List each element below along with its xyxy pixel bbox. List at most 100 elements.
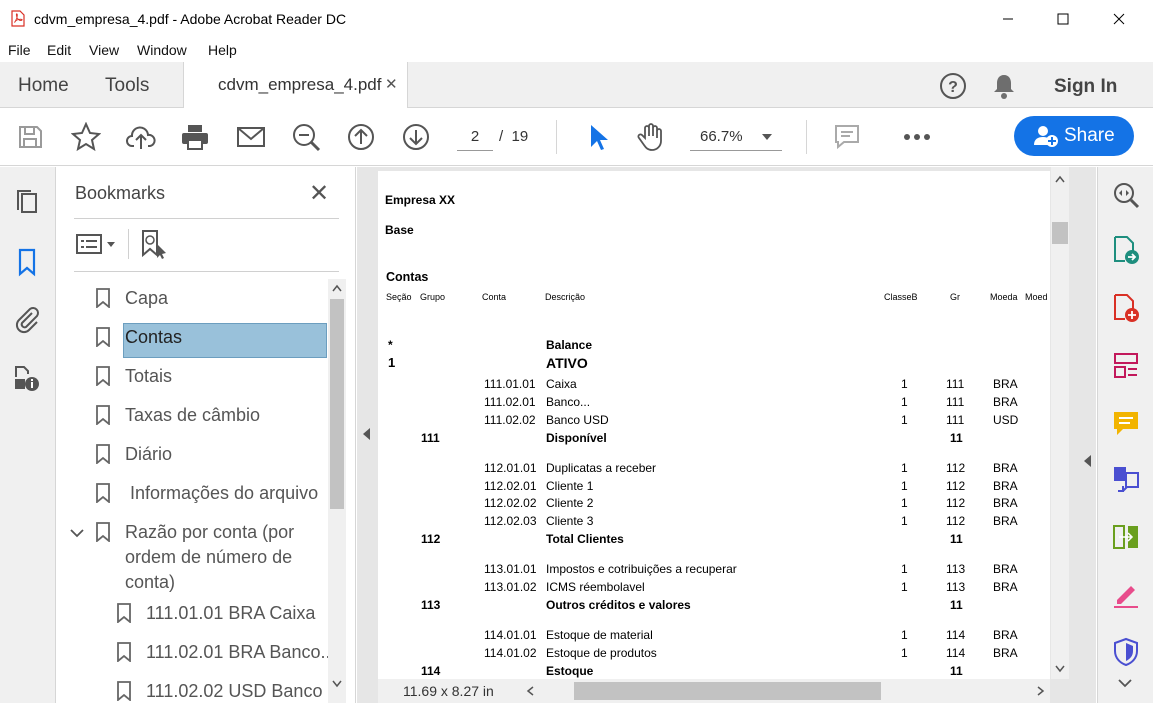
save-button[interactable] [14, 122, 46, 152]
cell-moeda: BRA [993, 496, 1018, 510]
cell-classe: 1 [901, 646, 908, 660]
minimize-icon [1003, 18, 1013, 20]
bookmark-item-contas[interactable]: Contas [125, 325, 182, 350]
menu-view[interactable]: View [89, 42, 119, 58]
edit-pdf-icon[interactable] [1111, 522, 1141, 552]
tab-tools[interactable]: Tools [105, 75, 149, 97]
help-icon[interactable]: ? [939, 72, 967, 100]
scrollbar-thumb[interactable] [574, 682, 881, 700]
fill-sign-icon[interactable] [1111, 580, 1141, 610]
cell-classe: 1 [901, 377, 908, 391]
cell-moeda: BRA [993, 479, 1018, 493]
cell-descricao: Outros créditos e valores [546, 598, 691, 612]
cell-moeda: BRA [993, 377, 1018, 391]
notifications-bell-icon[interactable] [991, 72, 1017, 100]
combine-files-icon[interactable] [1111, 464, 1141, 494]
cell-conta: 112.02.03 [484, 514, 537, 528]
create-pdf-icon[interactable] [1111, 293, 1141, 323]
bookmark-item-111-02-01[interactable]: 111.02.01 BRA Banco... [146, 640, 335, 665]
bookmarks-scrollbar[interactable] [328, 279, 346, 703]
pdf-page: Empresa XX Base Contas Seção Grupo Conta… [378, 171, 1050, 679]
hand-tool-button[interactable] [635, 122, 667, 152]
cell-moeda: USD [993, 413, 1019, 427]
zoom-out-button[interactable] [290, 122, 322, 152]
bookmark-item-capa[interactable]: Capa [125, 286, 168, 311]
menu-file[interactable]: File [8, 42, 31, 58]
attachments-paperclip-icon[interactable] [12, 304, 42, 334]
menu-help[interactable]: Help [208, 42, 237, 58]
scroll-down-icon[interactable] [332, 680, 342, 688]
more-tools-button[interactable] [901, 122, 933, 152]
page-number-input[interactable]: 2 [457, 125, 493, 151]
find-bookmark-icon[interactable] [140, 229, 168, 259]
scroll-down-icon[interactable] [1055, 665, 1065, 673]
previous-page-button[interactable] [345, 122, 377, 152]
cell-classe: 1 [901, 461, 908, 475]
cell-descricao: Cliente 3 [546, 514, 594, 528]
bookmark-item-diario[interactable]: Diário [125, 442, 172, 467]
document-info-icon[interactable] [12, 363, 42, 393]
tab-document[interactable]: cdvm_empresa_4.pdf ✕ [183, 62, 408, 108]
bookmark-star-button[interactable] [70, 122, 102, 152]
bookmark-item-informacoes[interactable]: Informações do arquivo [130, 481, 318, 506]
upload-cloud-button[interactable] [125, 122, 157, 152]
search-zoom-icon[interactable] [1111, 180, 1141, 210]
cursor-arrow-icon [591, 125, 608, 150]
scroll-left-icon[interactable] [526, 686, 534, 696]
close-window-button[interactable] [1096, 0, 1142, 38]
scroll-up-icon[interactable] [332, 284, 342, 292]
bookmark-item-totais[interactable]: Totais [125, 364, 172, 389]
comment-button[interactable] [831, 122, 863, 152]
cell-classe: 1 [901, 496, 908, 510]
print-button[interactable] [179, 122, 211, 152]
tab-home[interactable]: Home [18, 75, 69, 97]
cell-classe: 1 [901, 479, 908, 493]
printer-icon [182, 125, 208, 150]
cell-gr: 111 [946, 413, 965, 427]
chevron-down-icon[interactable] [762, 134, 772, 142]
export-pdf-icon[interactable] [1111, 235, 1141, 265]
scrollbar-thumb[interactable] [330, 299, 344, 509]
close-icon [1113, 13, 1125, 25]
protect-shield-icon[interactable] [1111, 637, 1141, 667]
bookmark-item-razao-por-conta[interactable]: Razão por conta (por ordem de número de … [125, 520, 294, 595]
email-button[interactable] [235, 122, 267, 152]
scrollbar-thumb[interactable] [1052, 222, 1068, 244]
sign-in-link[interactable]: Sign In [1054, 76, 1117, 98]
cell-descricao: Total Clientes [546, 532, 624, 546]
cell-moeda: BRA [993, 395, 1018, 409]
bookmarks-panel-icon[interactable] [12, 247, 42, 277]
share-button[interactable]: Share [1014, 116, 1134, 156]
bookmark-icon [96, 444, 110, 464]
collapse-right-panel-icon[interactable] [1084, 455, 1092, 467]
cell-moeda: BRA [993, 646, 1018, 660]
scroll-right-icon[interactable] [1037, 686, 1045, 696]
column-header: ClasseB [884, 292, 918, 302]
menu-edit[interactable]: Edit [47, 42, 71, 58]
minimize-button[interactable] [985, 0, 1031, 38]
document-vertical-scrollbar[interactable] [1051, 167, 1069, 679]
hand-icon [637, 123, 662, 151]
next-page-button[interactable] [400, 122, 432, 152]
tab-close-icon[interactable]: ✕ [385, 75, 398, 93]
organize-pages-icon[interactable] [1111, 351, 1141, 381]
bookmark-item-111-01-01[interactable]: 111.01.01 BRA Caixa [146, 601, 315, 626]
document-horizontal-scrollbar[interactable]: 11.69 x 8.27 in [378, 679, 1050, 703]
bookmark-options-icon[interactable] [75, 232, 119, 256]
cell-grupo: 113 [421, 598, 441, 612]
close-panel-icon[interactable]: ✕ [309, 179, 329, 208]
column-header: Gr [950, 292, 960, 302]
collapse-left-panel-icon[interactable] [363, 428, 371, 440]
chevron-down-icon[interactable] [70, 529, 84, 539]
bookmark-item-111-02-02[interactable]: 111.02.02 USD Banco [146, 679, 322, 704]
window-title: cdvm_empresa_4.pdf - Adobe Acrobat Reade… [34, 11, 347, 27]
chevron-down-icon[interactable] [1117, 678, 1133, 688]
page-thumbnails-icon[interactable] [12, 188, 42, 218]
cell-descricao: Cliente 2 [546, 496, 594, 510]
comment-tool-icon[interactable] [1111, 409, 1141, 439]
maximize-button[interactable] [1040, 0, 1086, 38]
select-tool-button[interactable] [581, 122, 613, 152]
menu-window[interactable]: Window [137, 42, 187, 58]
bookmark-item-taxas-de-cambio[interactable]: Taxas de câmbio [125, 403, 260, 428]
scroll-up-icon[interactable] [1055, 175, 1065, 183]
